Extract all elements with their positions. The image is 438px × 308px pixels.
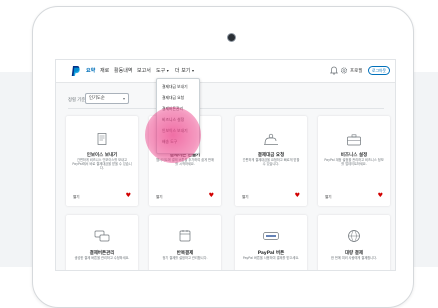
globe-icon [348,230,360,242]
card-description: 한 번에 여러 사람에게 결제합니다. [330,256,378,260]
chevron-down-icon: ▾ [191,68,194,73]
chevron-down-icon: ▾ [166,68,169,73]
bell-icon[interactable] [330,66,338,75]
request-icon [264,133,278,145]
profile-link[interactable]: 프로필 [350,68,362,74]
card-description: 정기 결제를 설정하고 관리합니다. [162,256,208,260]
nav-more-label: 더 보기 [175,68,191,74]
app-screen: 요약 재로 활동내역 보고서 도구 ▾ 더 보기 ▾ 프로필 로그아웃 정렬 기… [55,59,396,271]
heart-icon[interactable]: ♥ [209,193,214,199]
card-send-invoice[interactable]: 인보이스 보내기 간편하게 비즈니스 인보이스를 보내고 PayPal에서 바로… [66,116,138,206]
nav-more[interactable]: 더 보기 ▾ [175,68,194,74]
sort-select[interactable]: 인기도순 ▾ [85,93,129,104]
card-business-settings[interactable]: 비즈니스 설정 PayPal 계정 설정을 관리하고 비즈니스 정보를 업데이트… [318,116,390,206]
calendar-icon [179,230,191,242]
nav-tools[interactable]: 도구 ▾ [156,68,169,74]
paypal-logo-icon [71,66,80,76]
card-recurring-payments[interactable]: 반복결제 정기 결제를 설정하고 관리합니다. [149,215,221,270]
heart-icon[interactable]: ♥ [378,193,383,199]
camera-icon [227,33,236,42]
card-request-payment[interactable]: 결제대금 요청 간편하게 결제대금을 요청하고 빠르게 받을 수 있습니다. 열… [235,116,307,206]
invoice-icon [97,133,107,145]
card-manage-buttons[interactable]: 결제버튼관리 생성한 결제 버튼을 관리하고 수정하세요. [66,215,138,270]
nav-tools-label: 도구 [156,68,166,74]
sort-label: 정렬 기준 [68,98,86,103]
chat-icon [94,230,110,242]
card-open-link[interactable]: 열기 [325,195,332,200]
briefcase-icon [347,134,361,146]
menu-item-send-payment[interactable]: 결제대금 보내기 [162,84,188,90]
card-mass-pay[interactable]: 대량 결제 한 번에 여러 사람에게 결제합니다. [318,215,390,270]
chevron-down-icon: ▾ [122,96,125,101]
sort-select-value: 인기도순 [89,96,105,101]
menu-item-request-payment[interactable]: 결제대금 요청 [162,95,184,101]
nav-reports[interactable]: 보고서 [137,68,151,74]
card-description: PayPal 계정 설정을 관리하고 비즈니스 정보를 업데이트하세요. [324,158,384,167]
nav-finance[interactable]: 재로 [100,68,109,74]
click-highlight [145,107,201,163]
heart-icon[interactable]: ♥ [295,193,300,199]
heart-icon[interactable]: ♥ [126,193,131,199]
top-navigation: 요약 재로 활동내역 보고서 도구 ▾ 더 보기 ▾ 프로필 로그아웃 [56,60,395,83]
logout-button[interactable]: 로그아웃 [368,66,390,75]
nav-activity[interactable]: 활동내역 [114,68,132,74]
card-open-link[interactable]: 열기 [73,195,80,200]
card-paypal-button[interactable]: PayPal 버튼 PayPal 버튼을 사용하여 결제를 받으세요. [235,215,307,270]
card-open-link[interactable]: 열기 [156,195,163,200]
card-description: 간편하게 결제대금을 요청하고 빠르게 받을 수 있습니다. [242,158,300,167]
divider [68,108,384,109]
card-description: PayPal 버튼을 사용하여 결제를 받으세요. [242,256,300,260]
card-open-link[interactable]: 열기 [242,195,249,200]
paypal-button-icon [263,232,279,240]
nav-summary[interactable]: 요약 [86,68,95,74]
gear-icon[interactable] [340,66,348,75]
card-description: 간편하게 비즈니스 인보이스를 보내고 PayPal에서 바로 결제대금을 받을… [72,158,132,171]
card-description: 생성한 결제 버튼을 관리하고 수정하세요. [74,256,130,260]
